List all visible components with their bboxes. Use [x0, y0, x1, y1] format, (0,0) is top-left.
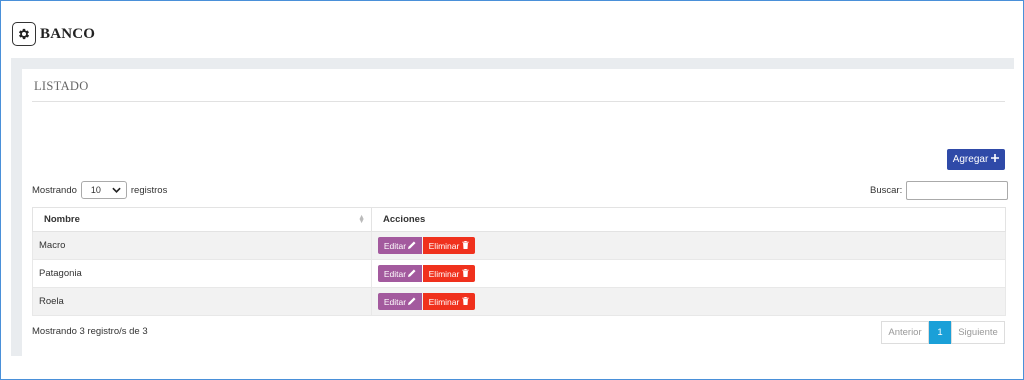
section-divider — [32, 101, 1005, 102]
page-length-select[interactable]: 10 — [80, 181, 127, 199]
actions-cell: Editar Eliminar — [371, 259, 1006, 288]
add-button-label: Agregar — [952, 154, 989, 165]
column-header-name-label: Nombre — [44, 214, 80, 225]
length-prefix: Mostrando — [32, 184, 77, 196]
delete-label: Eliminar — [428, 268, 460, 279]
length-suffix: registros — [130, 184, 168, 196]
sort-icon: ▲ ▼ — [358, 214, 365, 225]
table-info: Mostrando 3 registro/s de 3 — [32, 326, 148, 337]
edit-label: Editar — [383, 296, 407, 307]
delete-label: Eliminar — [428, 240, 460, 251]
pencil-icon — [408, 268, 416, 279]
delete-button[interactable]: Eliminar — [423, 293, 475, 310]
add-button[interactable]: Agregar — [947, 149, 1005, 170]
table-row: Macro Editar Eliminar — [32, 231, 1006, 260]
edit-button[interactable]: Editar — [378, 265, 422, 282]
table-row: Patagonia Editar Eliminar — [32, 259, 1006, 288]
bank-name-cell: Roela — [32, 287, 372, 316]
table-header-row: Nombre ▲ ▼ Acciones — [32, 207, 1006, 232]
page-header: BANCO — [12, 20, 95, 48]
search-label: Buscar: — [870, 185, 903, 196]
column-header-name[interactable]: Nombre ▲ ▼ — [32, 207, 372, 232]
edit-button[interactable]: Editar — [378, 237, 422, 254]
next-page-button[interactable]: Siguiente — [951, 321, 1005, 344]
page-1-button[interactable]: 1 — [929, 321, 951, 344]
pencil-icon — [408, 296, 416, 307]
edit-button[interactable]: Editar — [378, 293, 422, 310]
delete-label: Eliminar — [428, 296, 460, 307]
bank-name-cell: Patagonia — [32, 259, 372, 288]
chevron-down-icon — [112, 185, 121, 195]
page-title: BANCO — [40, 25, 96, 42]
plus-icon — [991, 154, 1000, 165]
page-length-control: Mostrando 10 registros — [32, 181, 167, 199]
search-input[interactable] — [906, 181, 1009, 200]
table-row: Roela Editar Eliminar — [32, 287, 1006, 316]
section-title: LISTADO — [34, 79, 89, 93]
delete-button[interactable]: Eliminar — [423, 265, 475, 282]
actions-cell: Editar Eliminar — [371, 287, 1006, 316]
actions-cell: Editar Eliminar — [371, 231, 1006, 260]
page-length-value: 10 — [90, 185, 101, 195]
trash-icon — [462, 296, 470, 307]
trash-icon — [462, 240, 470, 251]
gear-icon — [12, 22, 36, 46]
column-header-actions-label: Acciones — [383, 214, 426, 225]
pagination: Anterior 1 Siguiente — [881, 321, 1005, 344]
previous-page-button[interactable]: Anterior — [881, 321, 929, 344]
column-header-actions: Acciones — [371, 207, 1006, 232]
search-control: Buscar: — [870, 181, 1009, 200]
edit-label: Editar — [383, 268, 407, 279]
bank-name-cell: Macro — [32, 231, 372, 260]
delete-button[interactable]: Eliminar — [423, 237, 475, 254]
pencil-icon — [408, 240, 416, 251]
bank-table: Nombre ▲ ▼ Acciones Macro Editar Eliminar — [32, 207, 1006, 316]
edit-label: Editar — [383, 240, 407, 251]
trash-icon — [462, 268, 470, 279]
